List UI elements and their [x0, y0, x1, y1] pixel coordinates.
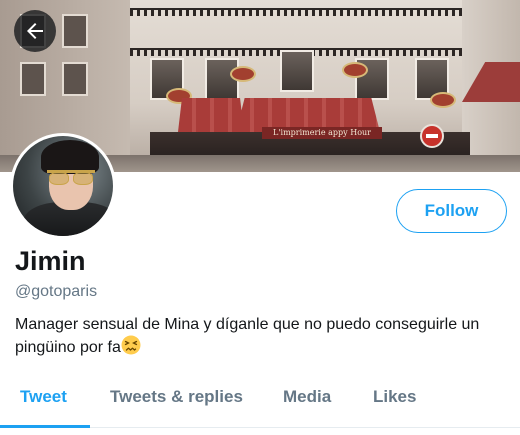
banner-shop-sign: L'imprimerie appy Hour [262, 127, 382, 139]
tab-tweet[interactable]: Tweet [20, 387, 67, 407]
banner-awning [178, 98, 244, 132]
follow-button[interactable]: Follow [396, 189, 507, 233]
profile-bio-text: Manager sensual de Mina y díganle que no… [15, 316, 480, 356]
tab-tweets-and-replies[interactable]: Tweets & replies [110, 387, 243, 407]
profile-handle: @gotoparis [15, 283, 98, 300]
profile-bio: Manager sensual de Mina y díganle que no… [15, 314, 510, 358]
back-button[interactable] [14, 10, 56, 52]
avatar-photo [13, 136, 113, 236]
tab-likes[interactable]: Likes [373, 387, 416, 407]
profile-tabs: Tweet Tweets & replies Media Likes [0, 370, 520, 428]
avatar[interactable] [10, 133, 116, 239]
tab-media[interactable]: Media [283, 387, 331, 407]
profile-display-name: Jimin [15, 246, 86, 276]
confounded-face-emoji-icon [121, 335, 141, 355]
banner-building-right [462, 0, 520, 172]
arrow-left-icon [27, 23, 43, 39]
no-entry-sign [420, 124, 444, 148]
active-tab-indicator [0, 425, 90, 428]
